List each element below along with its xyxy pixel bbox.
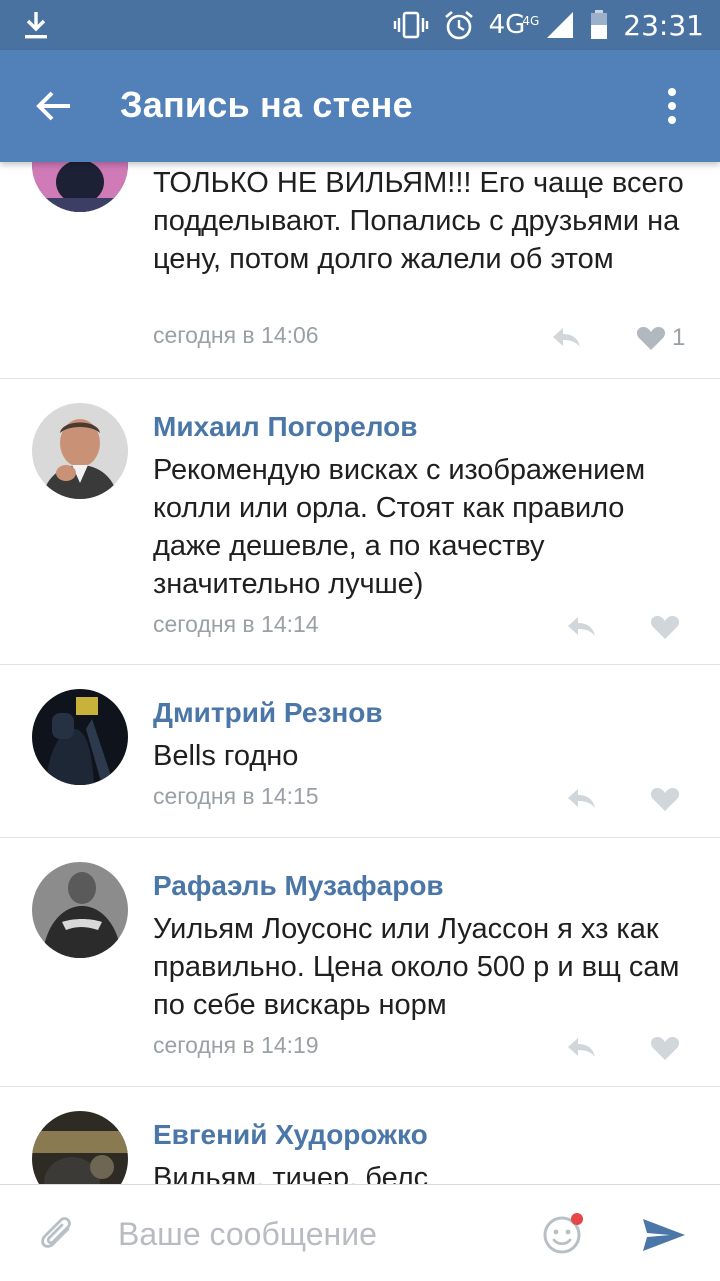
reply-icon[interactable] — [550, 325, 582, 349]
comment-time: сегодня в 14:19 — [153, 1032, 319, 1058]
avatar[interactable] — [32, 862, 128, 958]
avatar[interactable] — [32, 1111, 128, 1184]
avatar[interactable] — [32, 162, 128, 212]
comment-author[interactable]: Евгений Худорожко — [153, 1119, 428, 1151]
comment-item: Евгений Худорожко Вильям, тичер, белс — [0, 1087, 720, 1184]
comment-author[interactable]: Михаил Погорелов — [153, 411, 418, 443]
heart-icon[interactable] — [650, 786, 680, 812]
comment-author[interactable]: Рафаэль Музафаров — [153, 870, 444, 902]
comment-time: сегодня в 14:06 — [153, 322, 319, 348]
avatar[interactable] — [32, 689, 128, 785]
heart-icon[interactable] — [636, 325, 666, 351]
comment-text: Рекомендую висках с изображением колли и… — [153, 454, 646, 600]
message-input[interactable] — [116, 1209, 520, 1259]
smile-icon[interactable] — [542, 1211, 586, 1255]
comment-time: сегодня в 14:14 — [153, 611, 319, 637]
heart-icon[interactable] — [650, 614, 680, 640]
like-count: 1 — [672, 324, 686, 351]
comment-text: Bells годно — [153, 740, 299, 772]
top-app-bar: Запись на стене — [0, 50, 720, 162]
reply-icon[interactable] — [565, 786, 597, 810]
alarm-icon — [444, 11, 473, 40]
battery-icon — [591, 10, 608, 39]
signal-icon — [547, 12, 574, 38]
comment-text: Уильям Лоусонс или Луассон я хз как прав… — [153, 913, 680, 1021]
status-bar: 4G 4G 23:31 — [0, 0, 720, 50]
comment-time: сегодня в 14:15 — [153, 783, 319, 809]
heart-icon[interactable] — [650, 1035, 680, 1061]
comment-item: Рафаэль Музафаров Уильям Лоусонс или Луа… — [0, 838, 720, 1087]
comment-item: Дмитрий Резнов Bells годно сегодня в 14:… — [0, 665, 720, 838]
clock: 23:31 — [623, 8, 704, 42]
network-type: 4G 4G — [488, 10, 540, 40]
reply-icon[interactable] — [565, 614, 597, 638]
page-title: Запись на стене — [120, 84, 413, 125]
comments-list: ТОЛЬКО НЕ ВИЛЬЯМ!!! Его чаще всего подде… — [0, 162, 720, 1184]
download-icon — [25, 12, 47, 39]
back-arrow-icon[interactable] — [34, 86, 74, 126]
comment-text: Вильям, тичер, белс — [153, 1162, 429, 1184]
comment-text: ТОЛЬКО НЕ ВИЛЬЯМ!!! Его чаще всего подде… — [153, 167, 684, 275]
comment-item: Михаил Погорелов Рекомендую висках с изо… — [0, 379, 720, 665]
avatar[interactable] — [32, 403, 128, 499]
comment-item: ТОЛЬКО НЕ ВИЛЬЯМ!!! Его чаще всего подде… — [0, 162, 720, 379]
send-icon[interactable] — [640, 1215, 688, 1255]
reply-icon[interactable] — [565, 1035, 597, 1059]
comment-author[interactable]: Дмитрий Резнов — [153, 697, 383, 729]
paperclip-icon[interactable] — [38, 1215, 78, 1255]
vibrate-icon — [393, 11, 428, 39]
message-composer — [0, 1184, 720, 1281]
more-vertical-icon[interactable] — [658, 84, 686, 128]
